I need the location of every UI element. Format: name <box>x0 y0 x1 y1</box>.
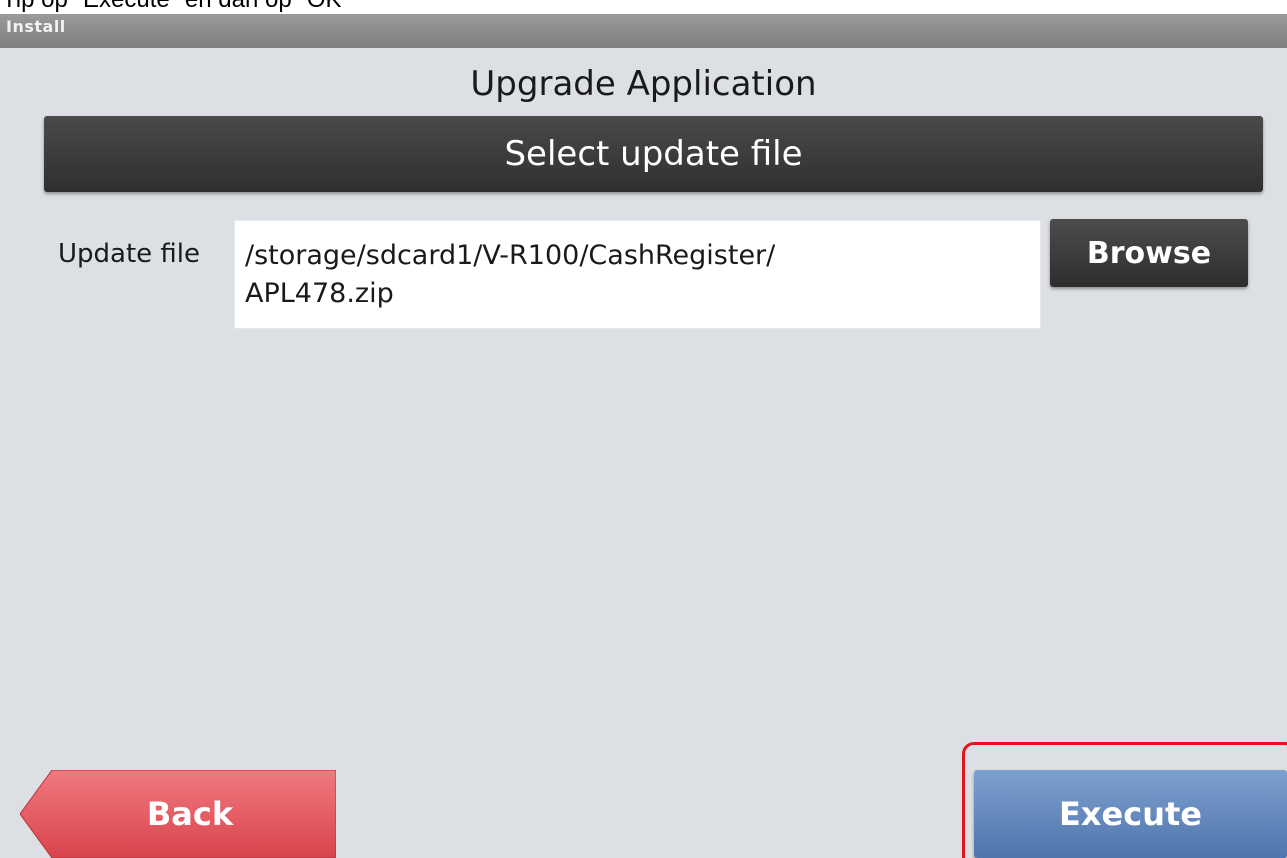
back-button[interactable]: Back <box>20 770 336 858</box>
screenshot-root: Tip op "Execute" en dan op "OK" Install … <box>0 0 1287 858</box>
execute-highlight-outline <box>962 742 1287 858</box>
section-header: Select update file <box>44 116 1263 192</box>
update-file-label: Update file <box>58 239 201 269</box>
update-file-name: APL478.zip <box>245 278 394 309</box>
update-file-field[interactable]: /storage/sdcard1/V-R100/CashRegister/ AP… <box>234 220 1041 329</box>
update-file-path: /storage/sdcard1/V-R100/CashRegister/ <box>245 240 776 271</box>
section-header-label: Select update file <box>504 134 803 174</box>
back-button-label: Back <box>146 795 234 833</box>
browse-button[interactable]: Browse <box>1050 219 1248 287</box>
caption-text: Tip op "Execute" en dan op "OK" <box>2 0 350 13</box>
status-bar: Install <box>0 14 1287 48</box>
app-screen: Install Upgrade Application Select updat… <box>0 14 1287 858</box>
page-title: Upgrade Application <box>470 64 817 104</box>
instruction-caption: Tip op "Execute" en dan op "OK" <box>0 0 1287 14</box>
status-bar-title: Install <box>6 17 66 36</box>
